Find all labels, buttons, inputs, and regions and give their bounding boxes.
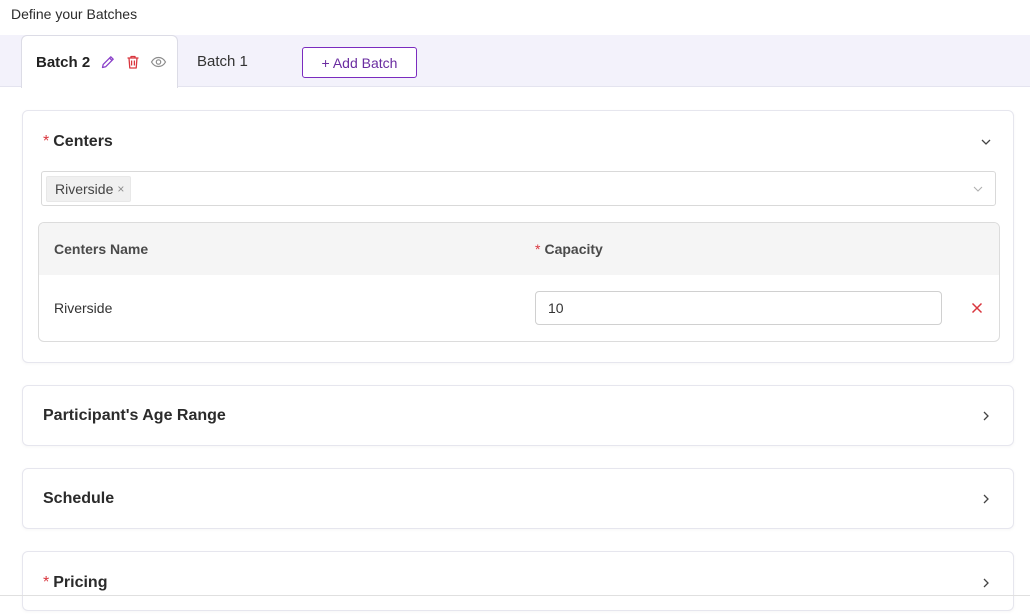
selected-tag: Riverside × (46, 176, 132, 202)
centers-panel: * Centers Riverside × Centers Name * Capac… (22, 110, 1014, 363)
centers-title-text: Centers (53, 133, 113, 150)
table-row: Riverside (39, 275, 999, 341)
page-divider (0, 595, 1030, 596)
column-header-name: Centers Name (54, 241, 149, 257)
centers-title: * Centers (43, 133, 113, 151)
chevron-right-icon[interactable] (979, 576, 993, 590)
pricing-title: * Pricing (43, 574, 107, 592)
required-mark: * (535, 241, 541, 257)
tag-close-icon[interactable]: × (117, 183, 124, 195)
chevron-right-icon[interactable] (979, 409, 993, 423)
tab-batch-2[interactable]: Batch 2 (21, 35, 178, 88)
age-range-title: Participant's Age Range (43, 407, 226, 424)
eye-icon[interactable] (149, 53, 167, 71)
chevron-right-icon[interactable] (979, 492, 993, 506)
centers-table: Centers Name * Capacity Riverside (38, 222, 1000, 342)
trash-icon[interactable] (124, 53, 142, 71)
center-name-cell: Riverside (54, 300, 113, 316)
tag-label: Riverside (55, 181, 114, 197)
required-mark: * (43, 574, 50, 591)
add-batch-button[interactable]: + Add Batch (302, 47, 417, 78)
required-mark: * (43, 133, 50, 150)
select-arrow-icon (971, 182, 985, 196)
centers-select[interactable]: Riverside × (41, 171, 996, 206)
capacity-header-text: Capacity (544, 241, 603, 257)
remove-row-icon[interactable] (968, 299, 986, 317)
column-header-capacity: * Capacity (535, 241, 603, 257)
pricing-panel[interactable]: * Pricing (22, 551, 1014, 611)
table-header: Centers Name * Capacity (39, 223, 999, 275)
pricing-title-text: Pricing (53, 574, 108, 591)
batch-tabbar: Batch 2 Batch 1 + Add Batch (0, 35, 1030, 88)
schedule-panel[interactable]: Schedule (22, 468, 1014, 529)
page-heading: Define your Batches (11, 6, 138, 22)
age-range-panel[interactable]: Participant's Age Range (22, 385, 1014, 446)
schedule-title: Schedule (43, 490, 115, 507)
tab-batch-1[interactable]: Batch 1 (197, 53, 248, 70)
edit-icon[interactable] (99, 53, 117, 71)
chevron-down-icon[interactable] (979, 135, 993, 149)
capacity-input[interactable] (535, 291, 942, 325)
tab-label: Batch 2 (36, 53, 91, 71)
